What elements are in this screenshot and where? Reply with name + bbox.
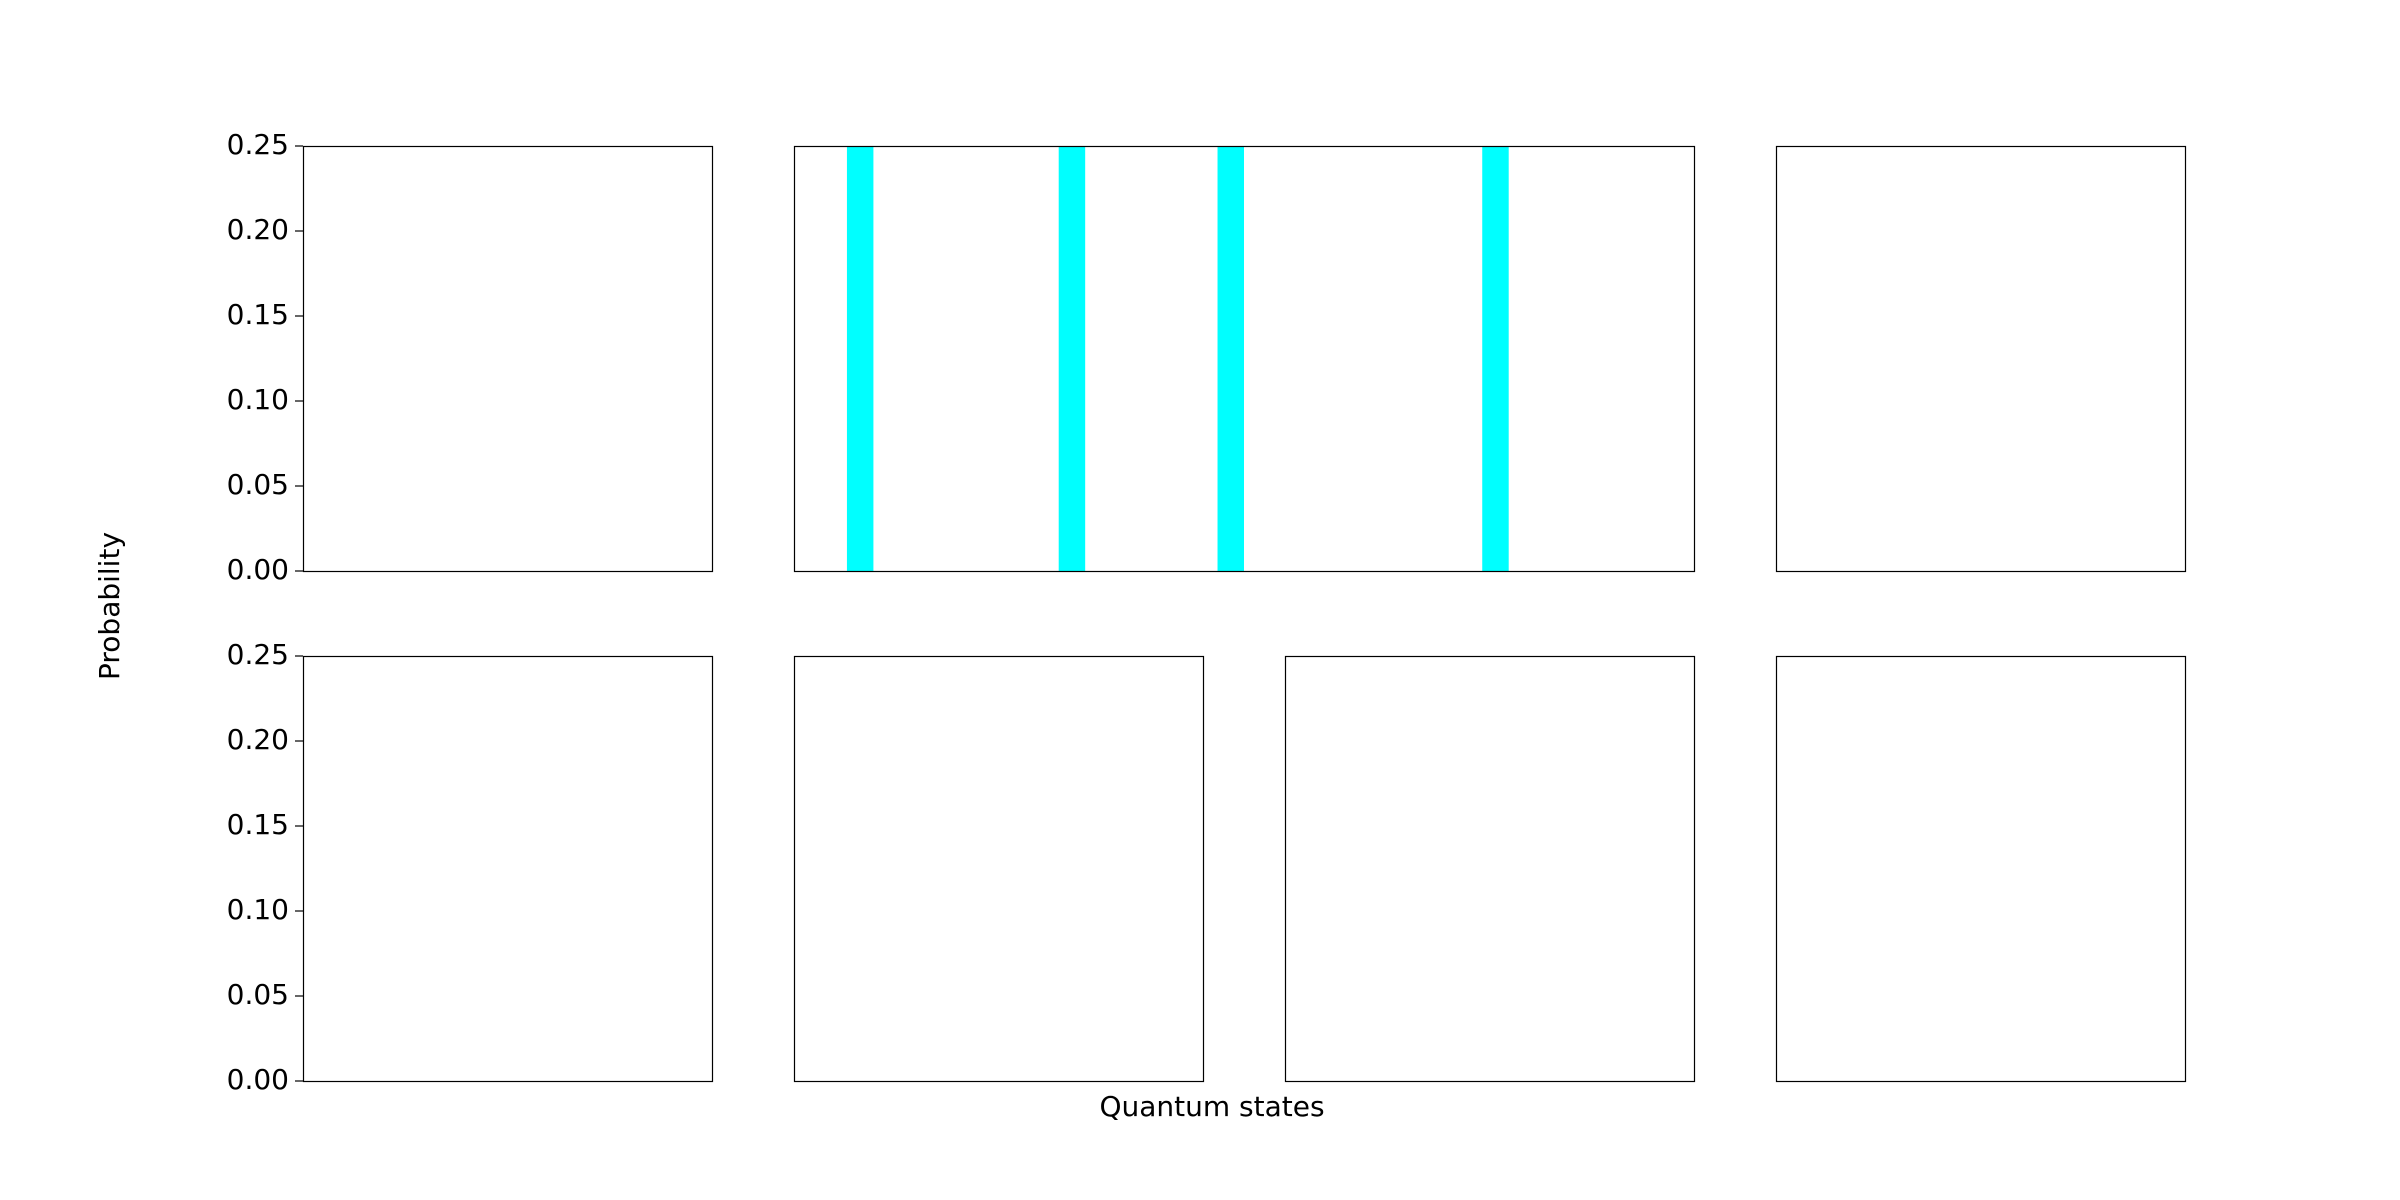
y-tick-label: 0.10 [227,893,289,926]
figure-background [0,0,2400,1200]
bar-1 [1058,146,1086,571]
bar-2 [1217,146,1244,571]
y-tick-label: 0.25 [227,638,289,671]
figure: 0.00 0.05 0.10 0.15 0.20 0.25 0.00 0.05 0.10 0.15… [0,0,2400,1200]
y-tick-label: 0.05 [227,978,289,1011]
y-axis-label: Probability [93,532,126,680]
y-tick-label: 0.00 [227,553,289,586]
y-tick-label: 0.20 [227,723,289,756]
y-tick-label: 0.10 [227,383,289,416]
y-tick-label: 0.15 [227,808,289,841]
y-tick-label: 0.20 [227,213,289,246]
y-tick-label: 0.15 [227,298,289,331]
x-axis-label: Quantum states [1099,1090,1324,1123]
y-tick-label: 0.05 [227,468,289,501]
bar-3 [1482,146,1509,571]
bar-0 [846,146,874,571]
y-tick-label: 0.00 [227,1063,289,1096]
y-tick-label: 0.25 [227,128,289,161]
